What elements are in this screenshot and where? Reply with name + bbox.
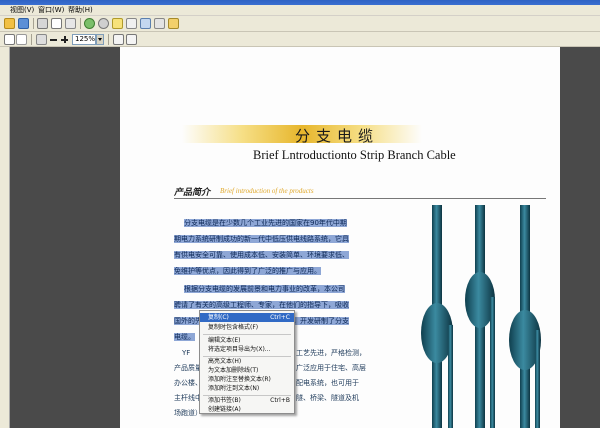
stamp-icon[interactable] (168, 18, 179, 29)
zoom-level-input[interactable]: 125% (72, 34, 96, 45)
document-icon[interactable] (140, 18, 151, 29)
hand-tool-icon[interactable] (16, 34, 27, 45)
menu-help[interactable]: 帮助(H) (68, 6, 93, 15)
toolbar-separator (108, 34, 109, 45)
text-line-left: 主杆线中 (174, 394, 202, 402)
section-heading-en: Brief introduction of the products (220, 187, 314, 195)
menu-item-add-bookmark[interactable]: 添加书签(B) Ctrl+B (200, 396, 294, 405)
selected-text-line[interactable]: 期电力系统研制成功的新一代中低压供电线路系统，它具 (174, 235, 349, 243)
page-icon[interactable] (126, 18, 137, 29)
menu-item-replace-note[interactable]: 添加附注至替换文本(R) (200, 375, 294, 384)
select-tool-icon[interactable] (4, 34, 15, 45)
section-divider (174, 198, 546, 199)
review-icon[interactable] (84, 18, 95, 29)
branch-cable-image (421, 205, 541, 428)
menu-item-copy[interactable]: 复制(C) Ctrl+C (200, 313, 294, 322)
text-line-right: 广泛应用于住宅、高层 (296, 364, 366, 372)
menu-item-add-note[interactable]: 添加附注到文本(N) (200, 384, 294, 393)
search-icon[interactable] (98, 18, 109, 29)
save-icon[interactable] (18, 18, 29, 29)
context-menu: 复制(C) Ctrl+C 复制时包含格式(F) 编辑文本(E) 将选定项目导出为(… (199, 310, 295, 414)
menu-bar: 视图(V) 窗口(W) 帮助(H) (0, 5, 600, 16)
toolbar-separator (80, 18, 81, 29)
open-icon[interactable] (4, 18, 15, 29)
zoom-dropdown-button[interactable] (96, 34, 104, 45)
text-line-left: 场跑道） (174, 409, 202, 417)
email-icon[interactable] (51, 18, 62, 29)
menu-item-export-selection[interactable]: 将选定项目导出为(X)... (200, 345, 294, 354)
main-toolbar (0, 16, 600, 32)
fit-page-icon[interactable] (113, 34, 124, 45)
text-line-left: YF (182, 349, 191, 357)
selected-text-line[interactable]: 免维护等优点，因此得到了广泛的推广与应用。 (174, 267, 321, 275)
menu-item-strikethrough[interactable]: 为文本加删除线(T) (200, 366, 294, 375)
text-line-left: 产品质量 (174, 364, 202, 372)
view-toolbar: 125% (0, 32, 600, 47)
print-icon[interactable] (37, 18, 48, 29)
toolbar-separator (33, 18, 34, 29)
selected-text-line[interactable]: 根据分支电缆的发展前景和电力事业的改革，本公司 (184, 285, 345, 293)
menu-item-create-link[interactable]: 创建链接(A) (200, 405, 294, 414)
selected-text-line[interactable]: 聘请了有关的高级工程师、专家，在他们的指导下，吸收 (174, 301, 349, 309)
marquee-zoom-icon[interactable] (36, 34, 47, 45)
zoom-out-icon[interactable] (48, 34, 59, 45)
menu-view[interactable]: 视图(V) (10, 6, 34, 15)
properties-icon[interactable] (65, 18, 76, 29)
document-title-en: Brief Lntroductionto Strip Branch Cable (253, 148, 456, 162)
toolbar-separator (31, 34, 32, 45)
selected-text-line[interactable]: 有供电安全可靠、使用成本低、安装简单、环境要求低、 (174, 251, 349, 259)
fit-width-icon[interactable] (126, 34, 137, 45)
document-title-cn: 分支电缆 (295, 127, 380, 145)
menu-divider (203, 334, 291, 335)
menu-item-copy-with-format[interactable]: 复制时包含格式(F) (200, 323, 294, 332)
section-heading-cn: 产品简介 (174, 188, 211, 198)
zoom-in-icon[interactable] (59, 34, 70, 45)
copy-icon[interactable] (154, 18, 165, 29)
navigation-panel-strip[interactable] (0, 47, 10, 428)
text-line-right: 隧、桥梁、隧道及机 (296, 394, 359, 402)
text-line-right: 工艺先进，严格检测， (296, 349, 366, 357)
menu-item-highlight-text[interactable]: 高亮文本(H) (200, 357, 294, 366)
menu-item-edit-text[interactable]: 编辑文本(E) (200, 336, 294, 345)
document-page[interactable]: 分支电缆 Brief Lntroductionto Strip Branch C… (120, 47, 560, 428)
selected-text-line[interactable]: 电缆。 (174, 333, 195, 341)
text-line-right: 配电系统，也可用于 (296, 379, 359, 387)
menu-window[interactable]: 窗口(W) (38, 6, 64, 15)
text-line-left: 办公楼、 (174, 379, 202, 387)
selected-text-line[interactable]: 分支电缆是在少数几个工业先进的国家在90年代中期 (184, 219, 347, 227)
comment-icon[interactable] (112, 18, 123, 29)
